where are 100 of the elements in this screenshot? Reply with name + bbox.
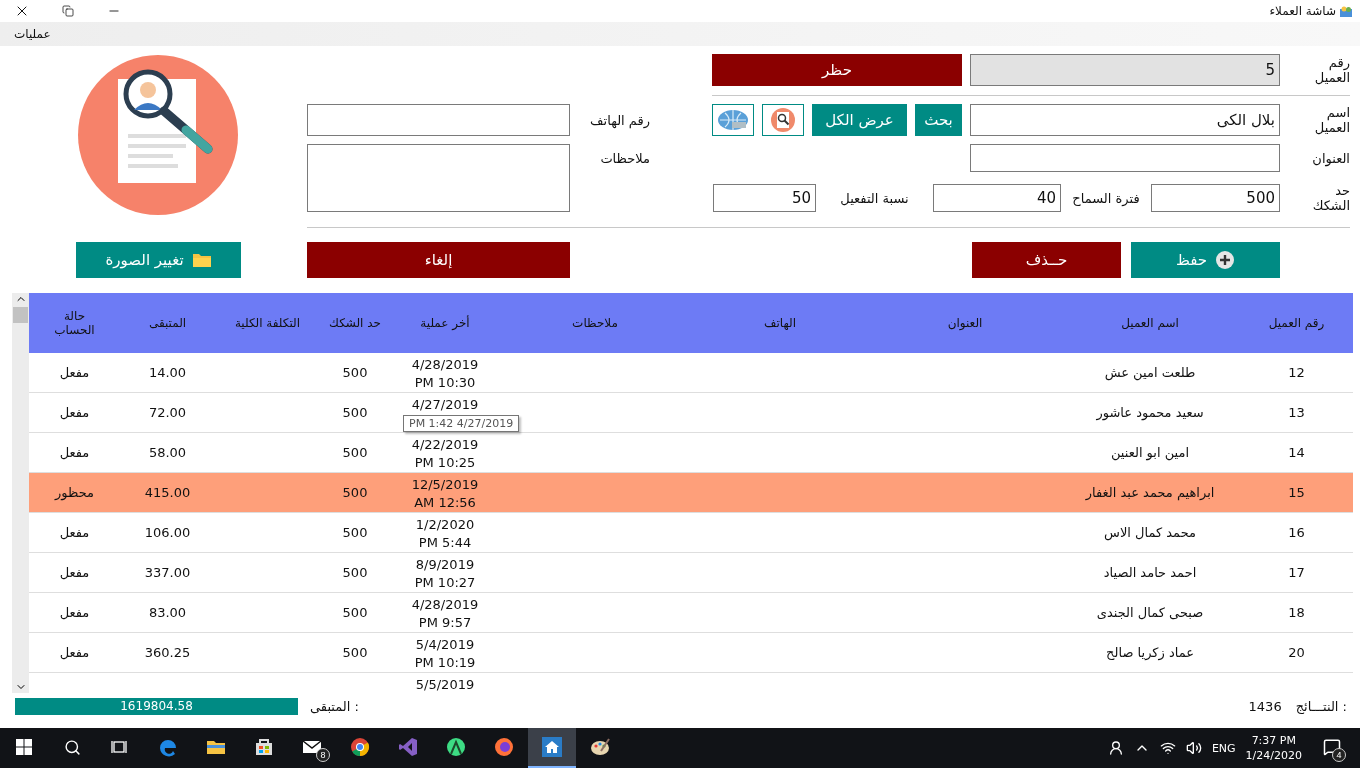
table-cell: 4/28/2019 PM 9:57 — [411, 596, 479, 632]
save-button[interactable]: حفظ — [1131, 242, 1280, 278]
table-cell: 337.00 — [144, 563, 191, 582]
table-cell: 500 — [342, 643, 368, 662]
scrollbar-thumb[interactable] — [13, 307, 28, 323]
table-cell: 5/5/2019 — [415, 676, 475, 693]
table-cell: محمد كمال الاس — [1104, 523, 1196, 542]
remaining-total-field: 1619804.58 — [15, 698, 298, 715]
field-label: اسم العميل — [1313, 105, 1350, 135]
field-label: حد الشكك — [1311, 183, 1350, 213]
shopping-bag-icon — [253, 736, 275, 758]
table-cell: محظور — [55, 483, 94, 502]
column-header[interactable]: رقم العميل — [1268, 316, 1325, 330]
table-cell: 500 — [342, 523, 368, 542]
table-cell: صبحى كمال الجندى — [1096, 603, 1204, 622]
task-view-icon — [111, 739, 129, 755]
table-cell: ابراهيم محمد عبد الغفار — [1085, 483, 1215, 502]
table-cell: مفعل — [59, 643, 90, 662]
table-cell: 14.00 — [148, 363, 187, 382]
show-all-button[interactable]: عرض الكل — [812, 104, 907, 136]
column-header[interactable]: حد الشكك — [329, 316, 381, 330]
table-cell: 1/2/2020 PM 5:44 — [415, 516, 475, 552]
table-cell: عماد زكريا صالح — [1106, 643, 1194, 662]
activation-rate-field[interactable]: 50 — [713, 184, 816, 212]
windows-logo-icon — [16, 739, 32, 755]
field-label: العنوان — [1312, 150, 1350, 166]
column-header[interactable]: العنوان — [947, 316, 983, 330]
block-button[interactable]: حظر — [712, 54, 962, 86]
table-cell: 72.00 — [148, 403, 187, 422]
restore-icon — [62, 5, 74, 17]
table-cell: 360.25 — [144, 643, 191, 662]
column-header[interactable]: حالة الحساب — [44, 309, 105, 337]
table-cell: 500 — [342, 483, 368, 502]
wifi-icon[interactable] — [1159, 740, 1176, 756]
clock[interactable]: 7:37 PM 1/24/2020 — [1245, 733, 1302, 763]
globe-button[interactable] — [712, 104, 754, 136]
tooltip: PM 1:42 4/27/2019 — [403, 415, 520, 432]
table-cell: 18 — [1288, 603, 1305, 622]
globe-icon — [716, 107, 750, 133]
table-cell: 500 — [342, 403, 368, 422]
table-cell: 20 — [1288, 643, 1305, 662]
table-cell: سعيد محمود عاشور — [1096, 403, 1204, 422]
results-count: 1436 — [1248, 699, 1282, 714]
ribbon-icon — [397, 736, 419, 758]
address-field[interactable] — [970, 144, 1280, 172]
menu-item[interactable]: عمليات — [10, 25, 55, 43]
notifications-icon — [1323, 738, 1341, 756]
search-button[interactable]: بحث — [915, 104, 962, 136]
grace-period-field[interactable]: 40 — [933, 184, 1061, 212]
table-cell: مفعل — [59, 523, 90, 542]
table-cell: 12/5/2019 AM 12:56 — [411, 476, 479, 512]
field-label: رقم العميل — [1313, 55, 1350, 85]
document-search-button[interactable] — [762, 104, 804, 136]
column-header[interactable]: ملاحظات — [572, 316, 618, 330]
notifications-button[interactable]: 4 — [1312, 728, 1352, 768]
column-header[interactable]: المتبقى — [148, 316, 187, 330]
delete-button[interactable]: حــذف — [972, 242, 1121, 278]
taskbar-app-button[interactable] — [528, 728, 576, 768]
table-cell: 415.00 — [144, 483, 191, 502]
table-cell: 4/28/2019 PM 10:30 — [411, 356, 479, 392]
table-cell: 500 — [342, 363, 368, 382]
table-cell: 8/9/2019 PM 10:27 — [414, 556, 476, 592]
column-header[interactable]: التكلفة الكلية — [234, 316, 301, 330]
table-cell: 83.00 — [148, 603, 187, 622]
field-label: نسبة التفعيل — [840, 190, 909, 206]
table-cell: 12 — [1288, 363, 1305, 382]
table-cell: 13 — [1288, 403, 1305, 422]
table-cell: 500 — [342, 603, 368, 622]
table-cell: طلعت امين عش — [1104, 363, 1196, 382]
column-header[interactable]: أخر عملية — [420, 316, 470, 330]
column-header[interactable]: اسم العميل — [1121, 316, 1179, 330]
table-cell: مفعل — [59, 403, 90, 422]
notes-field[interactable] — [307, 144, 570, 212]
field-label: فترة السماح — [1072, 190, 1140, 206]
field-label: ملاحظات — [600, 150, 650, 166]
table-cell: 16 — [1288, 523, 1305, 542]
scrollbar[interactable] — [12, 293, 29, 693]
language-indicator[interactable]: ENG — [1211, 741, 1236, 755]
column-header[interactable]: الهاتف — [764, 316, 796, 330]
remaining-label: المتبقى : — [310, 699, 359, 714]
credit-limit-field[interactable]: 500 — [1151, 184, 1280, 212]
customer-name-field[interactable]: بلال الكى — [970, 104, 1280, 136]
table-cell: 106.00 — [144, 523, 191, 542]
table-cell: 58.00 — [148, 443, 187, 462]
folder-icon — [191, 252, 212, 268]
table-cell: 500 — [342, 563, 368, 582]
table-cell: مفعل — [59, 363, 90, 382]
chrome-browser-icon — [349, 736, 371, 758]
phone-field[interactable] — [307, 104, 570, 136]
table-cell: 500 — [342, 443, 368, 462]
table-cell: 4/22/2019 PM 10:25 — [411, 436, 479, 472]
table-cell: 4/27/2019 — [411, 396, 479, 414]
table-cell: مفعل — [59, 443, 90, 462]
taskbar-app-button[interactable]: 8 — [288, 728, 336, 768]
change-image-button[interactable]: تغيير الصورة — [76, 242, 241, 278]
people-icon[interactable] — [1107, 740, 1124, 756]
table-cell: 5/4/2019 PM 10:19 — [414, 636, 476, 672]
speaker-icon[interactable] — [1185, 740, 1202, 756]
cancel-button[interactable]: إلغاء — [307, 242, 570, 278]
app-icon — [1340, 5, 1352, 17]
